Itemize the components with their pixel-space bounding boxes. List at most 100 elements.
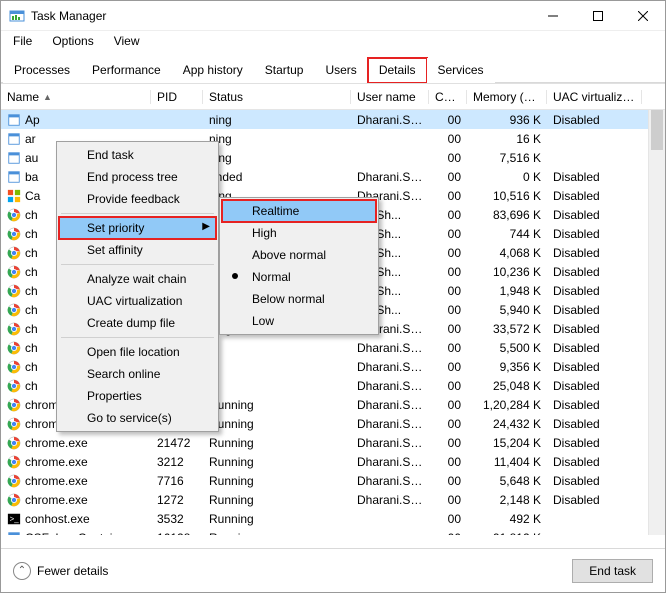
priority-menu-item[interactable]: Below normal bbox=[222, 288, 376, 310]
tab-services[interactable]: Services bbox=[427, 58, 495, 83]
menu-file[interactable]: File bbox=[5, 32, 40, 50]
process-cpu: 00 bbox=[429, 132, 467, 146]
process-name: ch bbox=[25, 379, 38, 393]
process-cpu: 00 bbox=[429, 113, 467, 127]
process-status: ning bbox=[203, 151, 351, 165]
context-menu-item[interactable]: End process tree bbox=[59, 166, 216, 188]
close-button[interactable] bbox=[620, 1, 665, 30]
process-icon bbox=[7, 284, 21, 298]
process-memory: 11,404 K bbox=[467, 455, 547, 469]
col-user[interactable]: User name bbox=[351, 90, 429, 104]
tab-users[interactable]: Users bbox=[314, 58, 367, 83]
process-cpu: 00 bbox=[429, 189, 467, 203]
process-user: Dharani.Sh... bbox=[351, 417, 429, 431]
minimize-button[interactable] bbox=[530, 1, 575, 30]
table-row[interactable]: chrome.exe7716RunningDharani.Sh...005,64… bbox=[1, 471, 665, 490]
priority-submenu: Realtime High Above normalNormalBelow norm… bbox=[219, 197, 379, 335]
tab-app-history[interactable]: App history bbox=[172, 58, 254, 83]
menu-separator bbox=[61, 337, 214, 338]
process-icon bbox=[7, 322, 21, 336]
fewer-details-button[interactable]: ⌃ Fewer details bbox=[13, 562, 108, 580]
priority-menu-item[interactable]: Normal bbox=[222, 266, 376, 288]
menu-options[interactable]: Options bbox=[44, 32, 101, 50]
context-menu-item[interactable]: Go to service(s) bbox=[59, 407, 216, 429]
tab-performance[interactable]: Performance bbox=[81, 58, 172, 83]
process-user: Dharani.Sh... bbox=[351, 436, 429, 450]
context-menu-item[interactable]: UAC virtualization bbox=[59, 290, 216, 312]
process-user: Dharani.Sh... bbox=[351, 341, 429, 355]
col-pid[interactable]: PID bbox=[151, 90, 203, 104]
submenu-arrow-icon: ▶ bbox=[202, 221, 210, 232]
table-row[interactable]: ApningDharani.Sh...00936 KDisabled bbox=[1, 110, 665, 129]
process-pid: 7716 bbox=[151, 474, 203, 488]
table-row[interactable]: chrome.exe21472RunningDharani.Sh...0015,… bbox=[1, 433, 665, 452]
maximize-button[interactable] bbox=[575, 1, 620, 30]
process-uac: Disabled bbox=[547, 246, 642, 260]
process-icon bbox=[7, 455, 21, 469]
end-task-button[interactable]: End task bbox=[572, 559, 653, 583]
process-memory: 744 K bbox=[467, 227, 547, 241]
process-icon bbox=[7, 208, 21, 222]
process-name: CSFalconContainer.e bbox=[25, 531, 139, 536]
menu-view[interactable]: View bbox=[106, 32, 148, 50]
process-status: Running bbox=[203, 512, 351, 526]
tab-processes[interactable]: Processes bbox=[3, 58, 81, 83]
col-name[interactable]: Name▲ bbox=[1, 90, 151, 104]
context-menu-item[interactable]: End task bbox=[59, 144, 216, 166]
priority-menu-item[interactable]: Low bbox=[222, 310, 376, 332]
process-uac: Disabled bbox=[547, 360, 642, 374]
process-user: Dharani.Sh... bbox=[351, 398, 429, 412]
process-icon bbox=[7, 265, 21, 279]
tab-details[interactable]: Details bbox=[368, 58, 427, 83]
table-row[interactable]: chrome.exe3212RunningDharani.Sh...0011,4… bbox=[1, 452, 665, 471]
process-status: Running bbox=[203, 436, 351, 450]
priority-menu-item[interactable]: Above normal bbox=[222, 244, 376, 266]
process-memory: 1,948 K bbox=[467, 284, 547, 298]
process-status: ning bbox=[203, 113, 351, 127]
context-menu-item[interactable]: Set affinity bbox=[59, 239, 216, 261]
priority-menu-label: High bbox=[252, 226, 277, 240]
process-pid: 3532 bbox=[151, 512, 203, 526]
process-pid: 21472 bbox=[151, 436, 203, 450]
process-memory: 9,356 K bbox=[467, 360, 547, 374]
context-menu-item[interactable]: Properties bbox=[59, 385, 216, 407]
process-cpu: 00 bbox=[429, 493, 467, 507]
col-cpu[interactable]: CPU bbox=[429, 90, 467, 104]
vertical-scrollbar[interactable] bbox=[648, 110, 665, 535]
process-icon bbox=[7, 493, 21, 507]
context-menu-item[interactable]: Create dump file bbox=[59, 312, 216, 334]
menubar: File Options View bbox=[1, 31, 665, 51]
process-memory: 936 K bbox=[467, 113, 547, 127]
process-user: Dharani.Sh... bbox=[351, 455, 429, 469]
process-name: ar bbox=[25, 132, 36, 146]
process-uac: Disabled bbox=[547, 284, 642, 298]
process-memory: 10,236 K bbox=[467, 265, 547, 279]
process-user: Dharani.Sh... bbox=[351, 113, 429, 127]
table-row[interactable]: CSFalconContainer.e16128Running0091,812 … bbox=[1, 528, 665, 535]
tab-startup[interactable]: Startup bbox=[254, 58, 315, 83]
context-menu-item[interactable]: Provide feedback bbox=[59, 188, 216, 210]
process-name: ch bbox=[25, 341, 38, 355]
process-cpu: 00 bbox=[429, 360, 467, 374]
process-icon bbox=[7, 113, 21, 127]
col-uac[interactable]: UAC virtualizat... bbox=[547, 90, 642, 104]
process-memory: 5,500 K bbox=[467, 341, 547, 355]
radio-checked-icon bbox=[232, 273, 238, 279]
col-memory[interactable]: Memory (a... bbox=[467, 90, 547, 104]
process-cpu: 00 bbox=[429, 531, 467, 536]
table-row[interactable]: chrome.exe1272RunningDharani.Sh...002,14… bbox=[1, 490, 665, 509]
priority-menu-item[interactable]: High bbox=[222, 222, 376, 244]
context-menu-item[interactable]: Open file location bbox=[59, 341, 216, 363]
context-menu-item[interactable]: Set priority▶ bbox=[59, 217, 216, 239]
col-status[interactable]: Status bbox=[203, 90, 351, 104]
context-menu-item[interactable]: Search online bbox=[59, 363, 216, 385]
priority-menu-item[interactable]: Realtime bbox=[222, 200, 376, 222]
svg-text:>_: >_ bbox=[10, 514, 20, 523]
process-memory: 0 K bbox=[467, 170, 547, 184]
process-uac: Disabled bbox=[547, 170, 642, 184]
scrollbar-thumb[interactable] bbox=[651, 110, 663, 150]
process-pid: 1272 bbox=[151, 493, 203, 507]
table-row[interactable]: >_conhost.exe3532Running00492 K bbox=[1, 509, 665, 528]
context-menu-item[interactable]: Analyze wait chain bbox=[59, 268, 216, 290]
fewer-details-label: Fewer details bbox=[37, 564, 108, 578]
